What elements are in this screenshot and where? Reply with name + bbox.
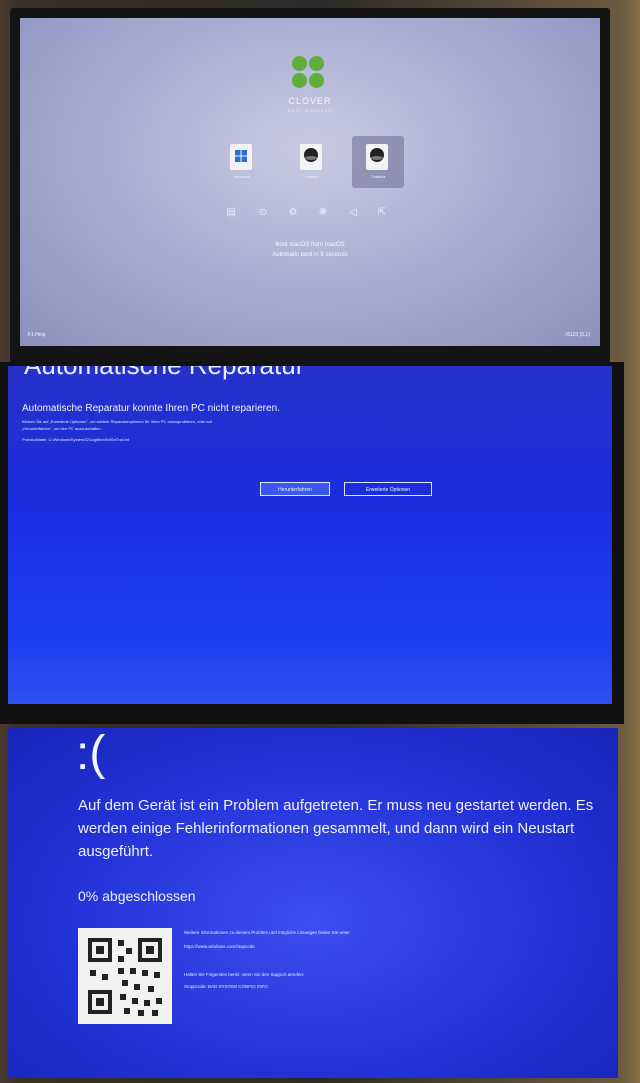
options-icon[interactable]: ⚙ — [286, 206, 300, 220]
boot-entry-windows[interactable]: Windows — [216, 136, 268, 188]
advanced-options-button[interactable]: Erweiterte Optionen — [344, 482, 432, 496]
clover-title: CLOVER — [288, 96, 332, 106]
boot-entry-label: Lenovo — [305, 174, 319, 179]
repair-message: Automatische Reparatur konnte Ihren PC n… — [22, 403, 280, 414]
bsod-support-text: Halten Sie Folgendes bereit, wenn Sie de… — [184, 972, 305, 977]
bsod-stopcode-url[interactable]: https://www.windows.com/stopcode — [184, 944, 255, 949]
clover-version: r5123 (5.1) — [565, 332, 590, 338]
bsod-info-text: Weitere Informationen zu diesem Problem … — [184, 930, 350, 935]
windows-drive-icon — [230, 144, 252, 170]
boot-entry-catalina[interactable]: Catalina — [352, 136, 404, 188]
repair-hint-1: Klicken Sie auf „Erweiterte Optionen", u… — [22, 419, 212, 424]
bsod-screen: :( Auf dem Gerät ist ein Problem aufgetr… — [8, 728, 618, 1078]
qr-code-icon — [78, 928, 172, 1024]
boot-entry-lenovo[interactable]: Lenovo — [286, 136, 338, 188]
boot-entry-label: Windows — [233, 174, 251, 179]
repair-logfile: Protokolldatei: C:\Windows\System32\Logf… — [22, 437, 129, 442]
exit-icon[interactable]: ⇱ — [375, 206, 389, 220]
apple-drive-icon — [300, 144, 322, 170]
repair-heading: Automatische Reparatur — [24, 366, 304, 381]
repair-screen: Automatische Reparatur Automatische Repa… — [8, 366, 612, 704]
bsod-progress: 0% abgeschlossen — [78, 888, 196, 904]
clover-screen: CLOVER BOOT MANAGER Windows Lenovo Catal… — [20, 18, 600, 346]
back-icon[interactable]: ◁ — [346, 206, 360, 220]
repair-hint-2: „Herunterfahren", um den PC auszuschalte… — [22, 426, 102, 431]
shutdown-button[interactable]: Herunterfahren — [260, 482, 330, 496]
shell-icon[interactable]: ▤ — [224, 206, 238, 220]
boot-entry-label: Catalina — [370, 174, 386, 179]
clover-logo-icon — [292, 56, 326, 90]
about-icon[interactable]: ⊙ — [256, 206, 270, 220]
apple-drive-icon — [366, 144, 388, 170]
clover-subtitle: BOOT MANAGER — [287, 108, 333, 113]
bsod-stopcode: Stoppcode: BAD SYSTEM CONFIG INFO — [184, 984, 268, 989]
help-icon[interactable]: ❋ — [316, 206, 330, 220]
bsod-message: Auf dem Gerät ist ein Problem aufgetrete… — [78, 797, 594, 860]
sad-face-icon: :( — [76, 728, 106, 780]
help-hint: F1:Help — [28, 332, 46, 338]
autoboot-message: Automatic boot in 9 seconds — [272, 252, 348, 258]
boot-message: Boot macOS from macOS — [275, 242, 345, 248]
